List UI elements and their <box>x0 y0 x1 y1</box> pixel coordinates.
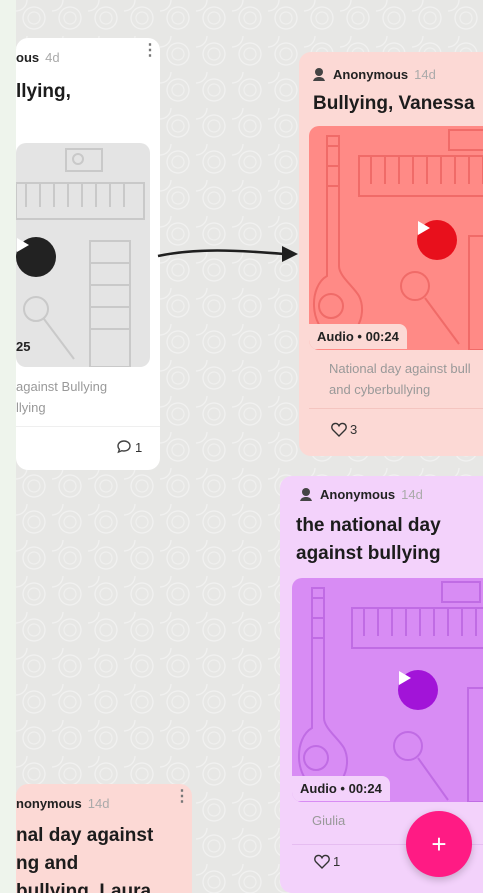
author-name: nonymous <box>16 796 82 811</box>
audio-media[interactable]: Audio • 00:24 <box>309 126 483 350</box>
post-title: the national day against bullying <box>296 515 441 564</box>
heart-icon <box>314 854 330 869</box>
post-description: against Bullying llying <box>16 379 108 415</box>
heart-icon <box>331 422 347 437</box>
like-count[interactable]: 3 <box>331 422 357 437</box>
comment-icon <box>117 440 131 454</box>
post-title: llying, <box>16 81 71 102</box>
card-divider <box>309 408 483 409</box>
card-header: Anonymous 14d <box>298 486 423 502</box>
anonymous-avatar-icon <box>313 68 325 81</box>
audio-duration: Audio • 00:24 <box>292 776 390 801</box>
play-icon <box>418 221 430 235</box>
audio-duration: Audio • 00:24 <box>309 324 407 349</box>
post-card-pink[interactable]: Anonymous 14d Bullying, Vanessa Audio • … <box>299 52 483 456</box>
post-age: 14d <box>87 796 110 811</box>
more-options-icon[interactable]: ⋮ <box>174 789 190 805</box>
anonymous-avatar-icon <box>300 488 312 501</box>
comment-count[interactable]: 1 <box>116 439 142 455</box>
audio-media[interactable]: 25 <box>16 143 150 367</box>
music-instruments-illustration <box>298 581 483 802</box>
play-icon <box>399 671 411 685</box>
play-button[interactable] <box>417 220 457 260</box>
post-signature: Giulia <box>312 813 346 828</box>
post-age: 14d <box>414 66 436 82</box>
author-name: Anonymous <box>320 486 396 502</box>
card-header: Anonymous 14d <box>311 66 436 82</box>
post-description: National day against bull and cyberbully… <box>329 361 471 397</box>
card-divider <box>16 426 160 427</box>
card-header: nonymous 14d <box>16 796 109 811</box>
play-button[interactable] <box>16 237 56 277</box>
author-name: ous <box>16 50 40 65</box>
post-age: 4d <box>45 50 60 65</box>
audio-duration: 25 <box>16 339 31 354</box>
audio-media[interactable]: Audio • 00:24 <box>292 578 483 802</box>
post-card-left[interactable]: ous 4d ⋮ llying, 25 against Bullying lly… <box>16 38 160 470</box>
play-button[interactable] <box>398 670 438 710</box>
post-title: Bullying, Vanessa <box>313 93 475 114</box>
post-age: 14d <box>401 486 423 502</box>
post-title: nal day against ng and bullying, Laura <box>16 825 154 893</box>
plus-icon: + <box>431 828 447 859</box>
post-card-bottom-left[interactable]: nonymous 14d ⋮ nal day against ng and bu… <box>16 784 192 893</box>
card-header: ous 4d <box>16 50 60 65</box>
more-options-icon[interactable]: ⋮ <box>142 43 158 59</box>
play-icon <box>17 238 29 252</box>
add-post-button[interactable]: + <box>406 811 472 877</box>
author-name: Anonymous <box>333 66 409 82</box>
connector-arrow <box>157 246 298 262</box>
like-count[interactable]: 1 <box>314 854 340 869</box>
board-canvas: ous 4d ⋮ llying, 25 against Bullying lly… <box>16 0 483 893</box>
